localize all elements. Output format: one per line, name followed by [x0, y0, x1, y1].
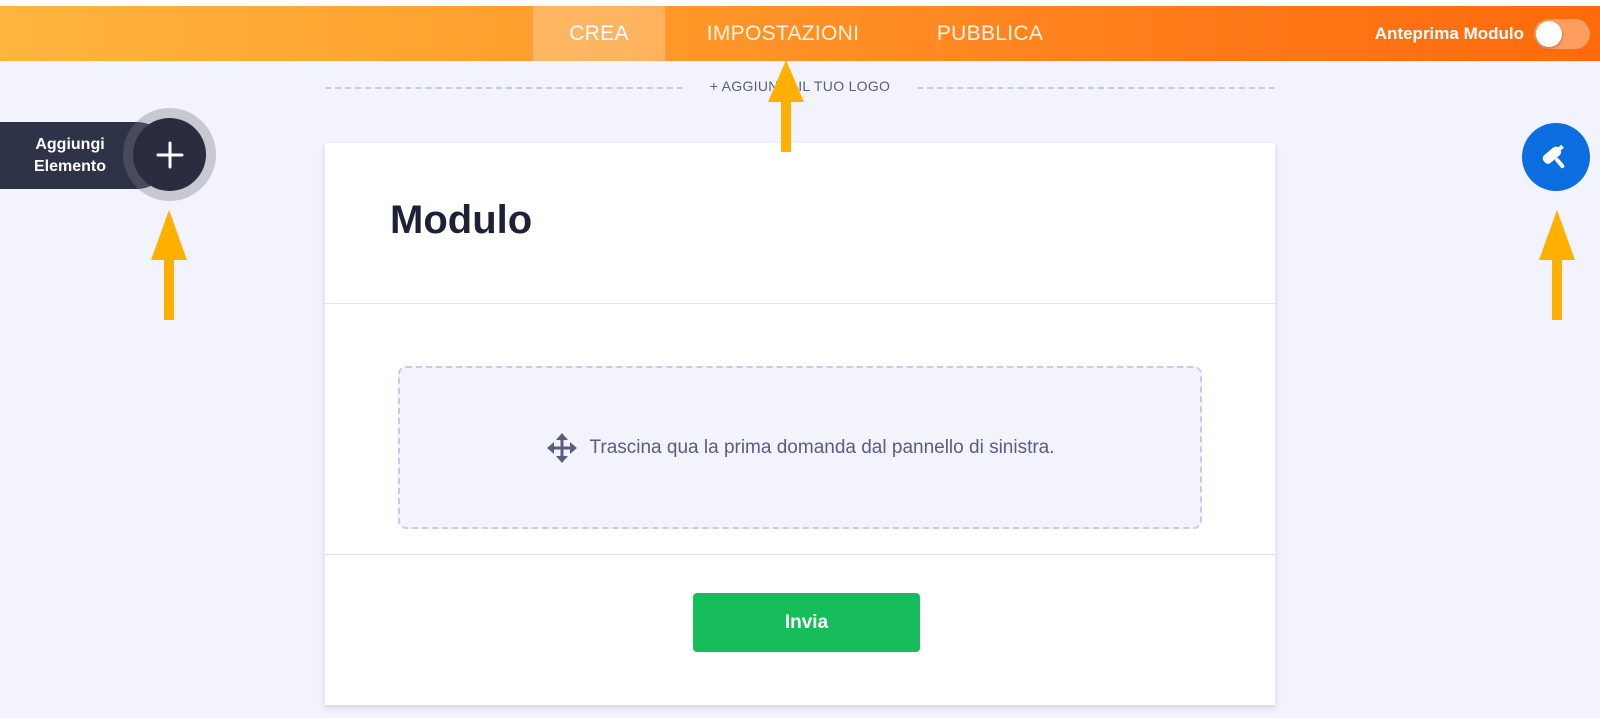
preview-toggle[interactable]: [1534, 18, 1590, 49]
add-element-label-line1: Aggiungi: [35, 136, 105, 153]
form-designer-button[interactable]: [1522, 123, 1590, 191]
toggle-knob: [1536, 20, 1562, 47]
form-preview-control: Anteprima Modulo: [1375, 6, 1590, 61]
header-divider: [325, 303, 1275, 304]
tab-crea[interactable]: CREA: [533, 6, 665, 61]
logo-dashed-line-right: [917, 87, 1275, 89]
up-arrow-icon: [1539, 210, 1575, 320]
preview-label: Anteprima Modulo: [1374, 23, 1524, 43]
add-element-label: Aggiungi Elemento: [20, 134, 120, 178]
up-arrow-icon: [151, 210, 187, 320]
form-card: Modulo Trascina qua la prima domanda dal…: [325, 143, 1275, 705]
add-element-circle[interactable]: [133, 118, 206, 191]
drop-hint-text: Trascina qua la prima domanda dal pannel…: [589, 436, 1055, 458]
up-arrow-icon: [768, 60, 804, 152]
move-arrows-icon: [547, 432, 578, 463]
submit-button[interactable]: Invia: [693, 593, 920, 652]
form-builder-canvas: CREA IMPOSTAZIONI PUBBLICA Anteprima Mod…: [0, 0, 1600, 718]
form-title[interactable]: Modulo: [390, 198, 532, 243]
tab-impostazioni[interactable]: IMPOSTAZIONI: [683, 6, 883, 61]
paint-roller-icon: [1542, 144, 1565, 169]
tab-pubblica[interactable]: PUBBLICA: [912, 6, 1068, 61]
footer-divider: [325, 554, 1275, 555]
question-drop-zone[interactable]: Trascina qua la prima domanda dal pannel…: [398, 366, 1202, 529]
logo-dashed-line-left: [325, 87, 683, 89]
plus-icon: [156, 141, 183, 168]
add-element-label-line2: Elemento: [33, 158, 106, 175]
top-navbar: CREA IMPOSTAZIONI PUBBLICA Anteprima Mod…: [0, 6, 1600, 61]
